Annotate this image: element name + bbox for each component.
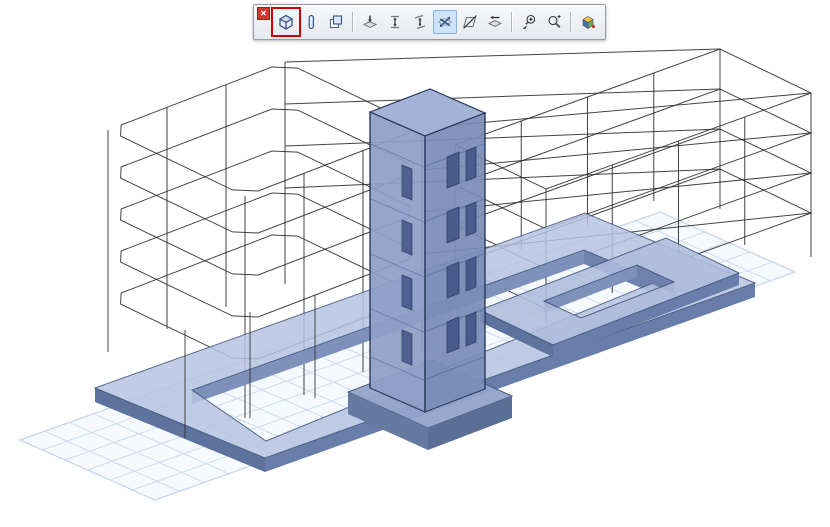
drop-to-plane-icon: [361, 13, 379, 31]
3d-viewport[interactable]: [0, 0, 830, 527]
marquee-3d-icon: [277, 13, 295, 31]
3d-editing-toolbar: ✕: [253, 4, 606, 40]
offset-plane-button[interactable]: [483, 10, 507, 34]
toolbar-separator: [570, 12, 572, 32]
skew-button[interactable]: [458, 10, 482, 34]
app-window: ✕: [0, 0, 830, 527]
drop-to-plane-button[interactable]: [358, 10, 382, 34]
close-toolbar-button[interactable]: ✕: [257, 7, 270, 20]
zoom-lens-button[interactable]: [542, 10, 566, 34]
zoom-lens-icon: [545, 13, 563, 31]
column-icon: [302, 13, 320, 31]
skew-icon: [461, 13, 479, 31]
zoom-in-plus-icon: [520, 13, 538, 31]
view-settings-cube-icon: [579, 13, 597, 31]
offset-plane-icon: [486, 13, 504, 31]
zoom-in-plus-button[interactable]: [517, 10, 541, 34]
view-settings-cube-button[interactable]: [576, 10, 600, 34]
stories-icon: [327, 13, 345, 31]
stories-button[interactable]: [324, 10, 348, 34]
toolbar-separator: [511, 12, 513, 32]
stretch-z-icon: [411, 13, 429, 31]
move-in-plane-icon: [436, 13, 454, 31]
move-in-plane-button[interactable]: [433, 10, 457, 34]
stretch-z-button[interactable]: [408, 10, 432, 34]
stretch-vertical-button[interactable]: [383, 10, 407, 34]
stretch-vertical-icon: [386, 13, 404, 31]
marquee-3d-button[interactable]: [274, 10, 298, 34]
column-button[interactable]: [299, 10, 323, 34]
toolbar-separator: [352, 12, 354, 32]
